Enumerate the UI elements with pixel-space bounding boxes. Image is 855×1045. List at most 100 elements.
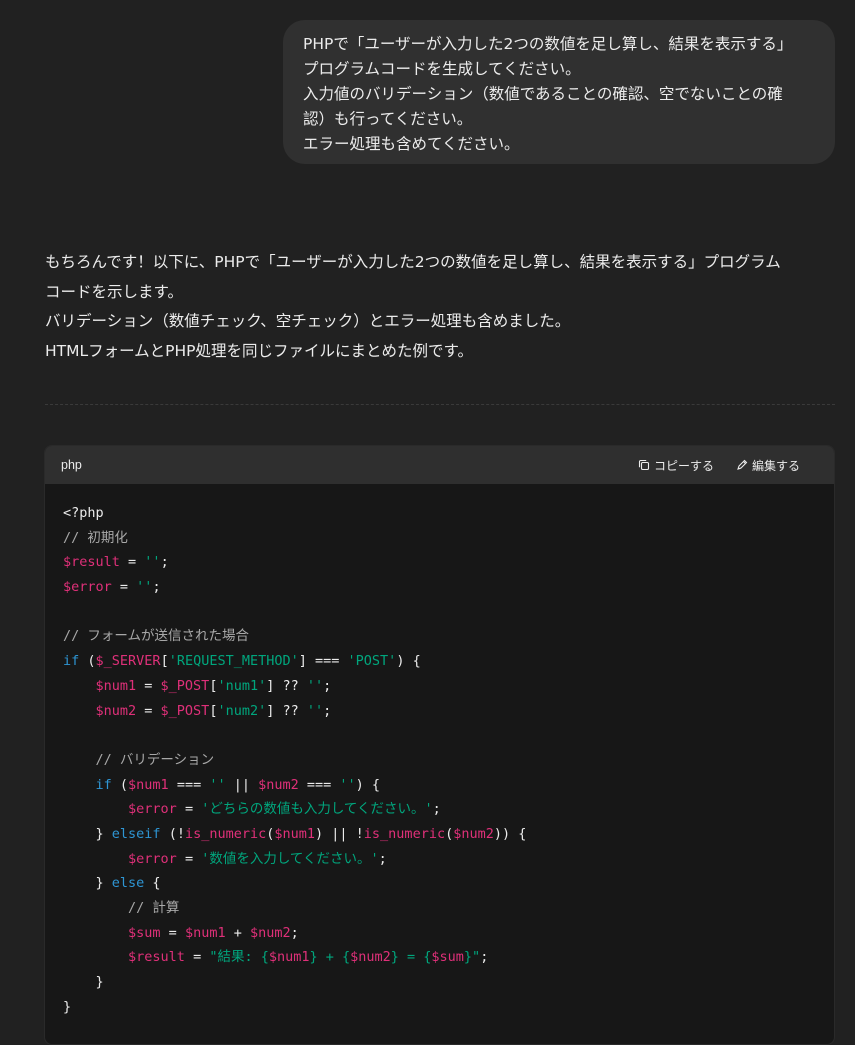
code-token: { [144,875,161,892]
code-token: // バリデーション [95,751,215,768]
edit-code-button[interactable]: 編集する [736,457,800,474]
code-token: ] === [298,653,348,670]
code-token: $_POST [160,677,210,694]
code-line: if ($_SERVER['REQUEST_METHOD'] === 'POST… [63,649,834,674]
code-token: ( [445,825,454,842]
code-token: '' [306,702,324,719]
code-line: // バリデーション [63,748,834,773]
code-line: // 計算 [63,896,834,921]
code-token: // 初期化 [63,529,128,546]
code-token: ; [432,801,441,818]
code-token: = [176,850,202,867]
code-token: ] ?? [266,702,307,719]
code-token: <?php [63,505,104,521]
code-token: $num2 [350,949,391,966]
code-token: $sum [128,924,161,941]
code-token: 'どちらの数値も入力してください。' [201,801,433,818]
code-token: ) || ! [315,825,364,842]
user-message-line: 認）も行ってください。 [303,110,473,128]
code-token: ; [323,702,332,719]
code-line: $result = "結果: {$num1} + {$num2} = {$sum… [63,945,834,970]
code-token: ] ?? [266,677,307,694]
code-block: php コピーする 編集する <?php// 初期化 $result = ''; $… [44,445,835,1045]
code-token: [ [160,653,169,670]
user-message-line: 入力値のバリデーション（数値であることの確認、空でないことの確 [303,85,783,103]
copy-code-label: コピーする [653,458,714,473]
code-token: = [136,677,161,694]
user-message-bubble: PHPで「ユーザーが入力した2つの数値を足し算し、結果を表示する」 プログラムコ… [283,20,835,164]
assistant-message-line: HTMLフォームとPHP処理を同じファイルにまとめた例です。 [45,341,473,360]
edit-code-label: 編集する [751,458,800,473]
code-token: ; [378,850,387,867]
assistant-message: もちろんです！以下に、PHPで「ユーザーが入力した2つの数値を足し算し、結果を表… [45,248,835,366]
user-message-line: エラー処理も含めてください。 [303,135,520,153]
code-token: '' [209,776,226,793]
code-token: = [176,801,202,818]
code-line: // 初期化 [63,526,834,551]
code-token: $num1 [184,924,226,941]
code-token: $num1 [128,776,169,793]
code-token: = [136,702,161,719]
code-block-header: php コピーする 編集する [45,446,834,484]
code-token: } [63,825,112,842]
code-token: 'POST' [347,653,397,670]
code-token: '' [144,554,161,571]
assistant-message-line: コードを示します。 [45,282,183,301]
code-token: (! [160,825,185,842]
assistant-message-line: バリデーション（数値チェック、空チェック）とエラー処理も含めました。 [45,312,571,330]
code-token: '' [306,677,324,694]
copy-code-button[interactable]: コピーする [638,457,714,474]
code-token: 'num1' [217,677,267,694]
code-token: ; [152,579,161,596]
code-token: $error [128,801,177,818]
section-divider [45,404,835,405]
code-token: 'REQUEST_METHOD' [168,653,299,670]
code-token: $error [63,579,112,596]
code-line: $error = ''; [63,575,834,600]
code-token: } = { [390,949,432,966]
code-token: } [63,875,112,892]
code-token: )) { [493,825,527,842]
user-message-line: プログラムコードを生成してください。 [303,60,581,78]
code-token: 'num2' [217,702,267,719]
code-token: else [111,875,145,892]
code-line: $num2 = $_POST['num2'] ?? ''; [63,699,834,724]
code-token: = [184,949,210,966]
code-token: $sum [431,949,464,966]
code-token: $num2 [95,702,137,719]
code-token: if [95,776,112,793]
code-token: + [225,924,250,941]
code-token: ( [111,776,129,793]
code-body[interactable]: <?php// 初期化 $result = ''; $error = '';// フ… [45,484,834,1019]
code-line: $result = ''; [63,550,834,575]
copy-icon [638,459,650,471]
code-line: } [63,970,834,995]
code-line: } else { [63,871,834,896]
pencil-icon [737,459,748,470]
code-token: $num2 [258,776,299,793]
code-line: $error = 'どちらの数値も入力してください。'; [63,797,834,822]
code-token: $result [63,554,120,571]
code-token: }" [463,949,481,966]
code-line: // フォームが送信された場合 [63,624,834,649]
code-token: $num2 [249,924,291,941]
code-token: ) { [355,776,381,793]
code-line: <?php [63,501,834,526]
code-line: $num1 = $_POST['num1'] ?? ''; [63,674,834,699]
code-token: if [63,653,80,670]
code-token: ( [79,653,96,670]
assistant-message-line: もちろんです！以下に、PHPで「ユーザーが入力した2つの数値を足し算し、結果を表… [45,253,781,271]
code-token: is_numeric [184,825,267,842]
code-token: } [63,998,72,1015]
code-token: || [225,776,259,793]
